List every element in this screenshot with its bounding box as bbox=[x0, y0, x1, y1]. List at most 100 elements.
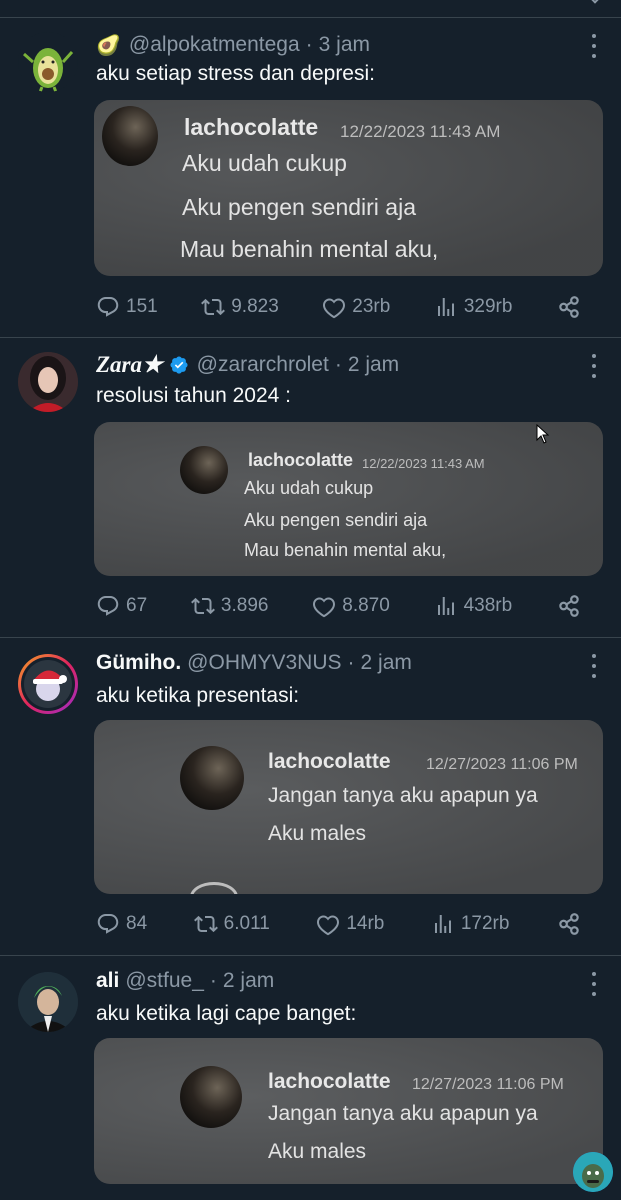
reply-button[interactable]: 67 bbox=[96, 594, 147, 618]
reply-count: 84 bbox=[126, 913, 148, 934]
view-count: 438rb bbox=[463, 595, 513, 616]
more-icon[interactable] bbox=[591, 354, 597, 378]
tweet-header: 🥑 @alpokatmentega · 3 jam bbox=[96, 30, 370, 60]
like-button[interactable]: 14rb bbox=[316, 912, 384, 936]
tweet-media[interactable]: lachocolatte 12/27/2023 11:06 PM Jangan … bbox=[94, 1038, 603, 1184]
separator: · bbox=[334, 353, 342, 376]
avatar[interactable] bbox=[18, 352, 78, 412]
user-avatar-icon bbox=[21, 657, 75, 711]
views-button[interactable]: 329rb bbox=[434, 295, 513, 319]
media-line: Aku males bbox=[268, 822, 367, 845]
more-icon[interactable] bbox=[591, 34, 597, 58]
tweet-actions: 151 9.823 23rb 329rb bbox=[96, 292, 588, 322]
views-button[interactable]: 438rb bbox=[434, 594, 513, 618]
media-line: Aku males bbox=[268, 1140, 367, 1163]
media-avatar bbox=[102, 106, 158, 166]
media-avatar bbox=[180, 746, 244, 810]
reply-button[interactable]: 151 bbox=[96, 295, 158, 319]
tweet-header: Gümiho. @OHMYV3NUS · 2 jam bbox=[96, 648, 412, 678]
cursor-icon bbox=[536, 424, 550, 444]
heart-icon bbox=[316, 912, 340, 936]
reply-icon bbox=[96, 912, 120, 936]
media-username: lachocolatte bbox=[184, 114, 319, 140]
media-date: 12/22/2023 11:43 AM bbox=[340, 122, 501, 141]
like-count: 14rb bbox=[346, 913, 385, 934]
avatar[interactable] bbox=[18, 972, 78, 1032]
floating-avatar-button[interactable] bbox=[573, 1152, 613, 1192]
retweet-icon bbox=[201, 295, 225, 319]
tweet-media[interactable]: lachocolatte 12/27/2023 11:06 PM Jangan … bbox=[94, 720, 603, 894]
media-line: Jangan tanya aku apapun ya bbox=[268, 1102, 538, 1125]
reply-icon bbox=[96, 295, 120, 319]
view-count: 172rb bbox=[460, 913, 510, 934]
top-divider bbox=[0, 0, 621, 18]
timestamp[interactable]: 2 jam bbox=[223, 969, 274, 993]
media-username: lachocolatte bbox=[268, 750, 391, 773]
share-button[interactable] bbox=[556, 294, 588, 320]
views-button[interactable]: 172rb bbox=[431, 912, 510, 936]
tweet-actions: 67 3.896 8.870 438rb bbox=[96, 591, 588, 621]
character-avatar-icon bbox=[573, 1152, 613, 1192]
handle[interactable]: @alpokatmentega bbox=[129, 33, 300, 57]
avocado-avatar-icon bbox=[23, 48, 74, 92]
share-button[interactable] bbox=[556, 911, 588, 937]
timestamp[interactable]: 2 jam bbox=[348, 353, 399, 377]
handle[interactable]: @stfue_ bbox=[125, 969, 204, 993]
separator: · bbox=[305, 33, 313, 56]
retweet-button[interactable]: 9.823 bbox=[201, 295, 279, 319]
tweet-2[interactable]: Zara★ @zararchrolet · 2 jam resolusi tah… bbox=[0, 338, 621, 638]
retweet-icon bbox=[191, 594, 215, 618]
media-date: 12/27/2023 11:06 PM bbox=[412, 1076, 564, 1093]
like-count: 8.870 bbox=[342, 595, 390, 616]
like-button[interactable]: 23rb bbox=[322, 295, 390, 319]
like-count: 23rb bbox=[352, 296, 391, 317]
tweet-4[interactable]: ali @stfue_ · 2 jam aku ketika lagi cape… bbox=[0, 956, 621, 1200]
reply-button[interactable]: 84 bbox=[96, 912, 147, 936]
chevron-down-icon bbox=[589, 0, 601, 4]
handle[interactable]: @zararchrolet bbox=[197, 353, 329, 377]
retweet-button[interactable]: 3.896 bbox=[191, 594, 269, 618]
tweet-header: Zara★ @zararchrolet · 2 jam bbox=[96, 350, 399, 380]
separator: · bbox=[347, 651, 355, 674]
like-button[interactable]: 8.870 bbox=[312, 594, 390, 618]
view-count: 329rb bbox=[463, 296, 513, 317]
user-avatar-icon bbox=[18, 352, 78, 412]
tweet-header: ali @stfue_ · 2 jam bbox=[96, 966, 274, 996]
timestamp[interactable]: 2 jam bbox=[361, 651, 412, 675]
retweet-count: 6.011 bbox=[223, 913, 270, 934]
media-avatar bbox=[180, 446, 228, 494]
more-icon[interactable] bbox=[591, 972, 597, 996]
separator: · bbox=[209, 969, 217, 992]
analytics-icon bbox=[431, 912, 455, 936]
media-line: Aku udah cukup bbox=[182, 150, 347, 176]
timestamp[interactable]: 3 jam bbox=[319, 33, 370, 57]
tweet-1[interactable]: 🥑 @alpokatmentega · 3 jam aku setiap str… bbox=[0, 18, 621, 338]
analytics-icon bbox=[434, 295, 458, 319]
display-name[interactable]: Zara★ bbox=[96, 352, 163, 378]
avatar[interactable] bbox=[18, 654, 78, 714]
display-name-emoji[interactable]: 🥑 bbox=[96, 33, 121, 58]
avatar[interactable] bbox=[18, 32, 78, 92]
media-line: Aku udah cukup bbox=[244, 478, 374, 498]
tweet-text: aku ketika lagi cape banget: bbox=[96, 1002, 357, 1025]
display-name[interactable]: ali bbox=[96, 969, 119, 993]
tweet-media[interactable]: lachocolatte 12/22/2023 11:43 AM Aku uda… bbox=[94, 100, 603, 276]
media-line: Mau benahin mental aku, bbox=[244, 540, 447, 560]
tweet-media[interactable]: lachocolatte 12/22/2023 11:43 AM Aku uda… bbox=[94, 422, 603, 576]
media-line: Aku pengen sendiri aja bbox=[244, 510, 428, 530]
share-button[interactable] bbox=[556, 593, 588, 619]
media-avatar bbox=[180, 1066, 242, 1128]
heart-icon bbox=[322, 295, 346, 319]
media-date: 12/27/2023 11:06 PM bbox=[426, 756, 578, 773]
retweet-count: 9.823 bbox=[231, 296, 279, 317]
share-icon bbox=[556, 294, 582, 320]
verified-badge-icon bbox=[170, 356, 188, 374]
reply-count: 67 bbox=[126, 595, 148, 616]
media-line: Jangan tanya aku apapun ya bbox=[268, 784, 538, 807]
tweet-3[interactable]: Gümiho. @OHMYV3NUS · 2 jam aku ketika pr… bbox=[0, 638, 621, 956]
display-name[interactable]: Gümiho. bbox=[96, 651, 181, 675]
retweet-count: 3.896 bbox=[220, 595, 269, 616]
retweet-button[interactable]: 6.011 bbox=[194, 912, 270, 936]
handle[interactable]: @OHMYV3NUS bbox=[187, 651, 341, 675]
more-icon[interactable] bbox=[591, 654, 597, 678]
